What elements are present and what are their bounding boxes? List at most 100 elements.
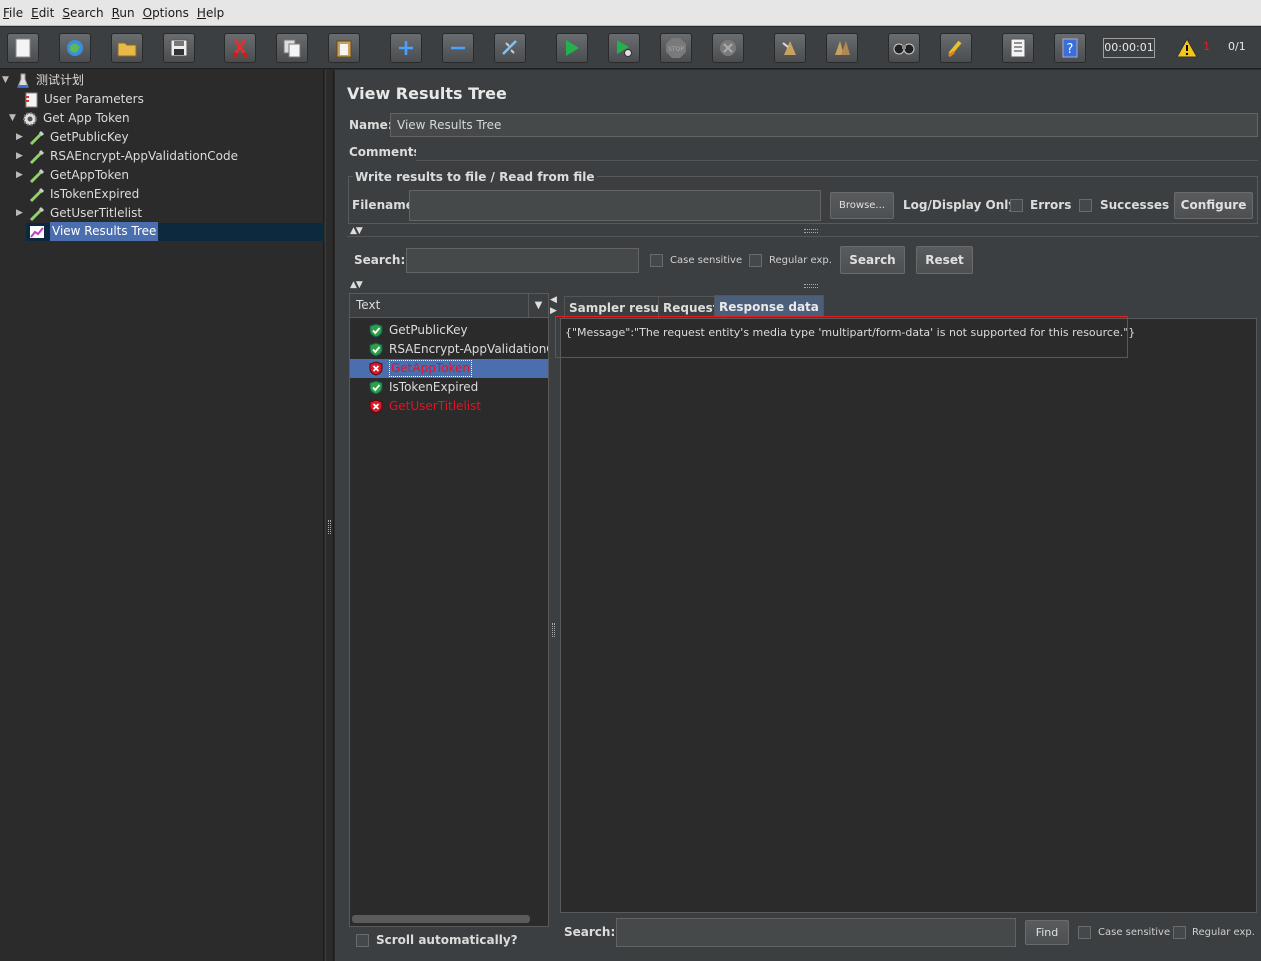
- templates-icon[interactable]: [59, 33, 91, 63]
- chart-icon: [28, 224, 46, 240]
- pipette-icon: [28, 168, 46, 184]
- params-icon: [22, 92, 40, 108]
- function-helper-icon[interactable]: [1002, 33, 1034, 63]
- tree-item-sampler[interactable]: ▶ GetUserTitlelist: [16, 204, 142, 223]
- split-grip-icon[interactable]: [804, 284, 818, 288]
- write-results-section-title: Write results to file / Read from file: [353, 170, 597, 184]
- tab-response-data[interactable]: Response data: [714, 295, 824, 317]
- comments-label: Comments:: [349, 145, 426, 159]
- result-item[interactable]: RSAEncrypt-AppValidationCode: [350, 340, 548, 359]
- result-label: GetPublicKey: [389, 323, 468, 337]
- expanded-arrow-icon[interactable]: ▼: [9, 109, 19, 128]
- stop-icon[interactable]: STOP: [660, 33, 692, 63]
- tree-item-test-plan[interactable]: ▼ 测试计划: [2, 71, 84, 90]
- tree-item-user-parameters[interactable]: User Parameters: [22, 90, 144, 109]
- shutdown-icon[interactable]: [712, 33, 744, 63]
- tree-item-sampler[interactable]: ▶ GetAppToken: [16, 166, 129, 185]
- search-icon[interactable]: [888, 33, 920, 63]
- open-icon[interactable]: [111, 33, 143, 63]
- successes-checkbox[interactable]: [1079, 199, 1092, 212]
- result-item[interactable]: GetPublicKey: [350, 321, 548, 340]
- menu-options[interactable]: Options: [140, 0, 194, 26]
- active-threads: 0/1: [1228, 40, 1246, 53]
- results-splitter[interactable]: ◀ ▶: [550, 293, 558, 933]
- scroll-automatically-checkbox[interactable]: [356, 934, 369, 947]
- response-case-sensitive-label: Case sensitive: [1098, 927, 1171, 938]
- result-item[interactable]: IsTokenExpired: [350, 378, 548, 397]
- tree-label: 测试计划: [36, 73, 85, 87]
- case-sensitive-label: Case sensitive: [670, 255, 743, 266]
- menu-edit[interactable]: Edit: [28, 0, 59, 26]
- case-sensitive-checkbox[interactable]: [650, 254, 663, 267]
- search-button[interactable]: Search: [840, 246, 905, 274]
- response-case-sensitive-checkbox[interactable]: [1078, 926, 1091, 939]
- collapse-up-down-icon[interactable]: ▲▼: [350, 280, 363, 290]
- start-icon[interactable]: [556, 33, 588, 63]
- help-icon[interactable]: ?: [1054, 33, 1086, 63]
- new-icon[interactable]: [7, 33, 39, 63]
- clear-all-icon[interactable]: [826, 33, 858, 63]
- collapse-right-icon[interactable]: ▶: [550, 306, 557, 316]
- browse-button[interactable]: Browse...: [830, 192, 894, 219]
- comments-field[interactable]: [416, 142, 1258, 161]
- pipette-icon: [28, 130, 46, 146]
- test-plan-tree: ▼ 测试计划 User Parameters ▼ Get App Token ▶…: [0, 70, 324, 961]
- search-label: Search:: [354, 253, 406, 267]
- tree-label: IsTokenExpired: [50, 187, 140, 201]
- tree-item-sampler[interactable]: ▶ GetPublicKey: [16, 128, 129, 147]
- collapse-left-icon[interactable]: ◀: [550, 295, 557, 305]
- start-no-pauses-icon[interactable]: [608, 33, 640, 63]
- menu-file[interactable]: File: [0, 0, 28, 26]
- collapse-up-down-icon[interactable]: ▲▼: [350, 226, 363, 236]
- tree-item-view-results-tree[interactable]: View Results Tree: [28, 222, 159, 241]
- tree-item-sampler[interactable]: ▶ RSAEncrypt-AppValidationCode: [16, 147, 238, 166]
- search-input[interactable]: [406, 248, 639, 273]
- reset-button[interactable]: Reset: [916, 246, 973, 274]
- name-field[interactable]: View Results Tree: [390, 113, 1258, 137]
- find-button[interactable]: Find: [1025, 920, 1069, 945]
- warning-icon[interactable]: [1176, 38, 1198, 58]
- dropdown-arrow-icon[interactable]: ▼: [528, 294, 548, 317]
- toggle-icon[interactable]: [494, 33, 526, 63]
- response-search-label: Search:: [564, 925, 616, 939]
- tree-item-thread-group[interactable]: ▼ Get App Token: [9, 109, 130, 128]
- response-data-panel[interactable]: {"Message":"The request entity's media t…: [560, 318, 1257, 913]
- expanded-arrow-icon[interactable]: ▼: [2, 71, 12, 90]
- save-icon[interactable]: [163, 33, 195, 63]
- menu-search[interactable]: Search: [59, 0, 108, 26]
- regular-exp-checkbox[interactable]: [749, 254, 762, 267]
- flask-icon: [14, 73, 32, 89]
- collapse-all-icon[interactable]: [442, 33, 474, 63]
- splitter-grip[interactable]: [328, 520, 331, 534]
- error-shield-icon: [369, 399, 383, 414]
- paste-icon[interactable]: [328, 33, 360, 63]
- renderer-select[interactable]: Text ▼: [350, 294, 548, 318]
- configure-button[interactable]: Configure: [1174, 192, 1253, 219]
- collapsed-arrow-icon[interactable]: ▶: [16, 128, 26, 147]
- expand-all-icon[interactable]: [390, 33, 422, 63]
- tree-splitter[interactable]: [325, 70, 334, 961]
- errors-label: Errors: [1030, 198, 1072, 212]
- filename-input[interactable]: [409, 190, 821, 221]
- panel-title: View Results Tree: [347, 84, 507, 103]
- menu-help[interactable]: Help: [194, 0, 229, 26]
- cut-icon[interactable]: [224, 33, 256, 63]
- split-grip-icon[interactable]: [804, 229, 818, 233]
- collapsed-arrow-icon[interactable]: ▶: [16, 204, 26, 223]
- clear-icon[interactable]: [774, 33, 806, 63]
- tree-label: GetUserTitlelist: [50, 206, 143, 220]
- copy-icon[interactable]: [276, 33, 308, 63]
- collapsed-arrow-icon[interactable]: ▶: [16, 147, 26, 166]
- horizontal-scrollbar[interactable]: [352, 915, 530, 923]
- reset-search-icon[interactable]: [940, 33, 972, 63]
- results-list: Text ▼ GetPublicKey RSAEncrypt-AppValida…: [349, 293, 549, 927]
- tree-item-sampler[interactable]: IsTokenExpired: [28, 185, 139, 204]
- response-regular-exp-checkbox[interactable]: [1173, 926, 1186, 939]
- menu-run[interactable]: Run: [109, 0, 140, 26]
- result-item-selected[interactable]: GetAppToken: [350, 359, 548, 378]
- response-search-input[interactable]: [616, 918, 1016, 947]
- errors-checkbox[interactable]: [1010, 199, 1023, 212]
- splitter-grip[interactable]: [552, 623, 555, 637]
- result-item[interactable]: GetUserTitlelist: [350, 397, 548, 416]
- collapsed-arrow-icon[interactable]: ▶: [16, 166, 26, 185]
